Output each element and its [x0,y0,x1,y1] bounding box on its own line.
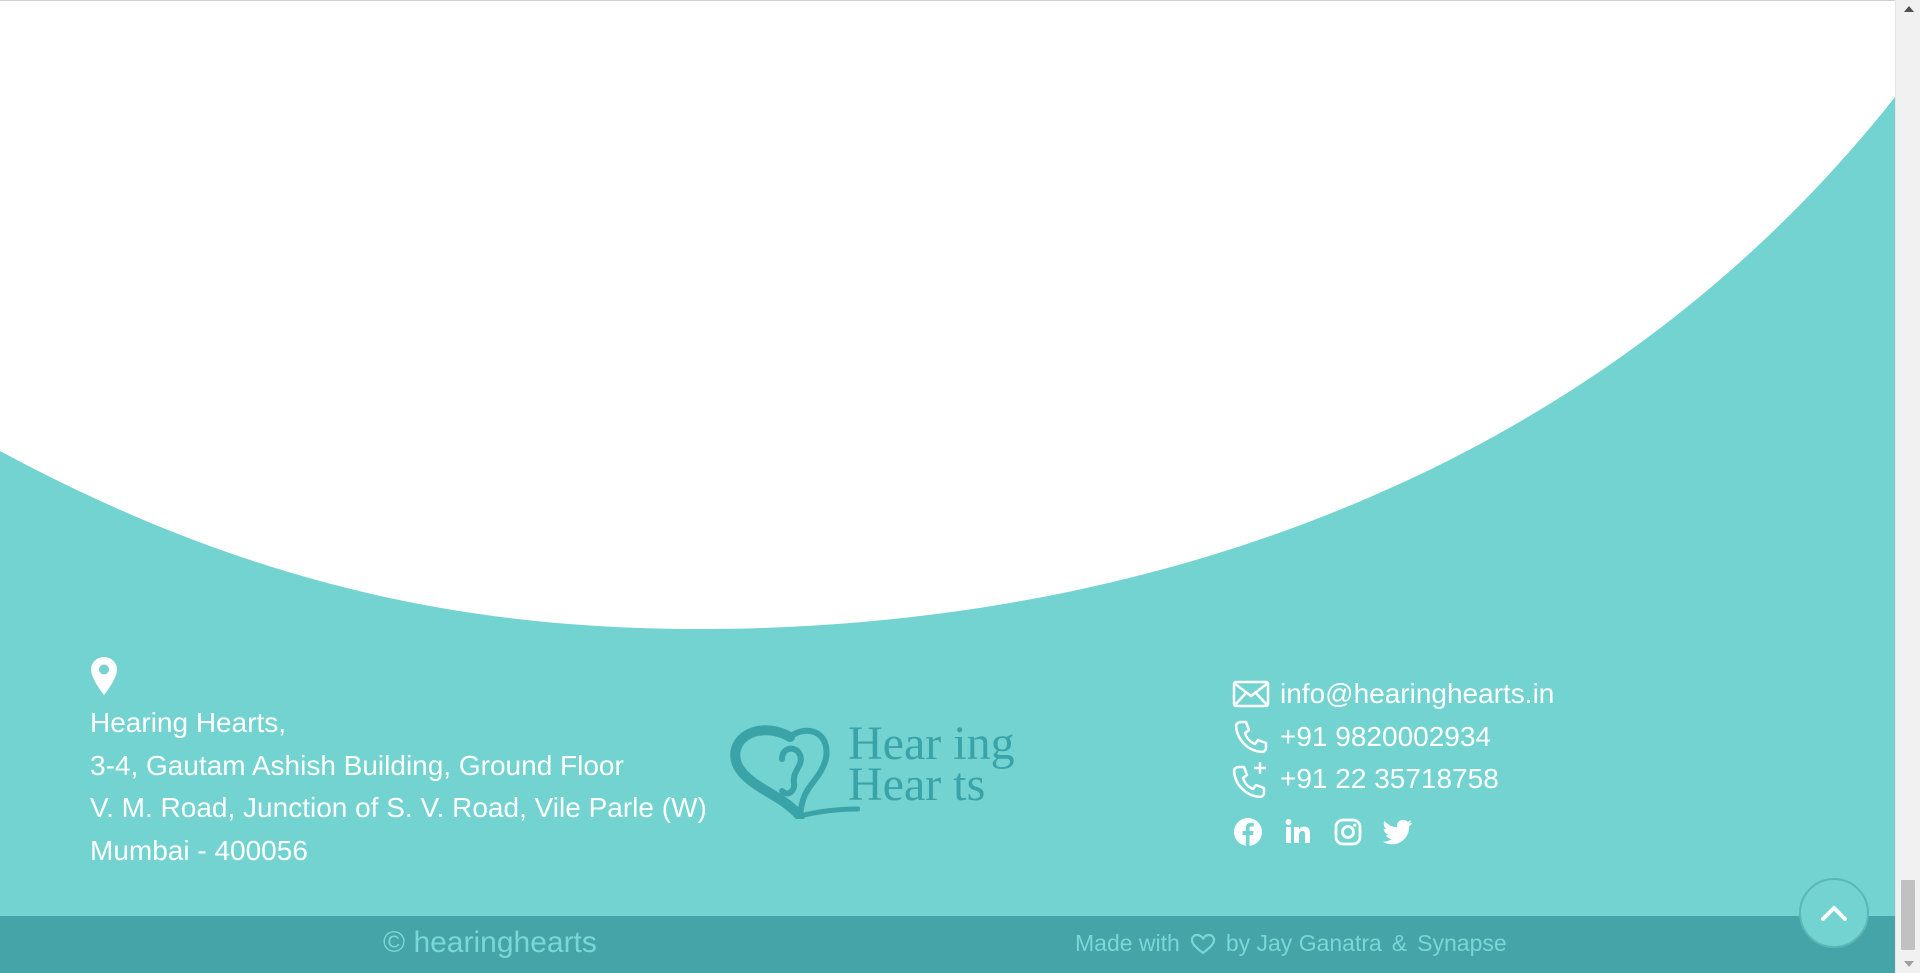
heart-icon [1190,933,1216,955]
address-line-1: Hearing Hearts, [90,707,287,738]
vertical-scrollbar[interactable] [1895,0,1920,973]
twitter-icon[interactable] [1383,817,1413,847]
page-viewport: Hearing Hearts, 3-4, Gautam Ashish Build… [0,0,1895,973]
scroll-down-arrow-icon[interactable] [1896,955,1920,973]
chevron-up-icon [1821,906,1847,921]
social-links [1233,817,1554,847]
phone-row[interactable]: +91 9820002934 [1232,716,1554,759]
logo-wordmark: Hear ing Hear ts [848,720,1015,811]
map-pin-icon [91,657,117,695]
contact-block: info@hearinghearts.in +91 9820002934 +91… [1232,673,1554,847]
scroll-up-arrow-icon[interactable] [1896,0,1920,18]
phone2-link[interactable]: +91 22 35718758 [1280,763,1499,795]
copyright-text: © hearinghearts [383,926,597,959]
address-line-3: V. M. Road, Junction of S. V. Road, Vile… [90,792,707,823]
phone-link[interactable]: +91 9820002934 [1280,721,1491,753]
scrollbar-thumb[interactable] [1901,880,1915,950]
phone2-row[interactable]: +91 22 35718758 [1232,758,1554,801]
address-block: Hearing Hearts, 3-4, Gautam Ashish Build… [90,656,707,872]
made-with-text: Made with [1075,930,1180,956]
email-row[interactable]: info@hearinghearts.in [1232,673,1554,716]
logo-line-2: Hear ts [848,758,986,811]
phone-plus-icon [1232,760,1270,799]
author-link[interactable]: by Jay Ganatra [1226,930,1382,957]
ear-heart-logo-icon [730,725,860,819]
ampersand-text: & [1391,930,1408,956]
synapse-link[interactable]: Synapse [1417,930,1507,957]
instagram-icon[interactable] [1333,817,1363,847]
footer-bottom-bar: © hearinghearts Made with by Jay Ganatra… [0,916,1895,973]
credits: Made with by Jay Ganatra & Synapse [1075,930,1507,957]
hearing-hearts-logo[interactable]: Hear ing Hear ts [730,719,1030,819]
email-link[interactable]: info@hearinghearts.in [1280,678,1554,710]
address-line-2: 3-4, Gautam Ashish Building, Ground Floo… [90,749,624,781]
address-line-4: Mumbai - 400056 [90,834,308,866]
linkedin-icon[interactable] [1283,817,1313,847]
phone-icon [1232,718,1270,756]
envelope-icon [1232,675,1270,713]
facebook-icon[interactable] [1233,817,1263,847]
scroll-to-top-button[interactable] [1799,878,1869,948]
